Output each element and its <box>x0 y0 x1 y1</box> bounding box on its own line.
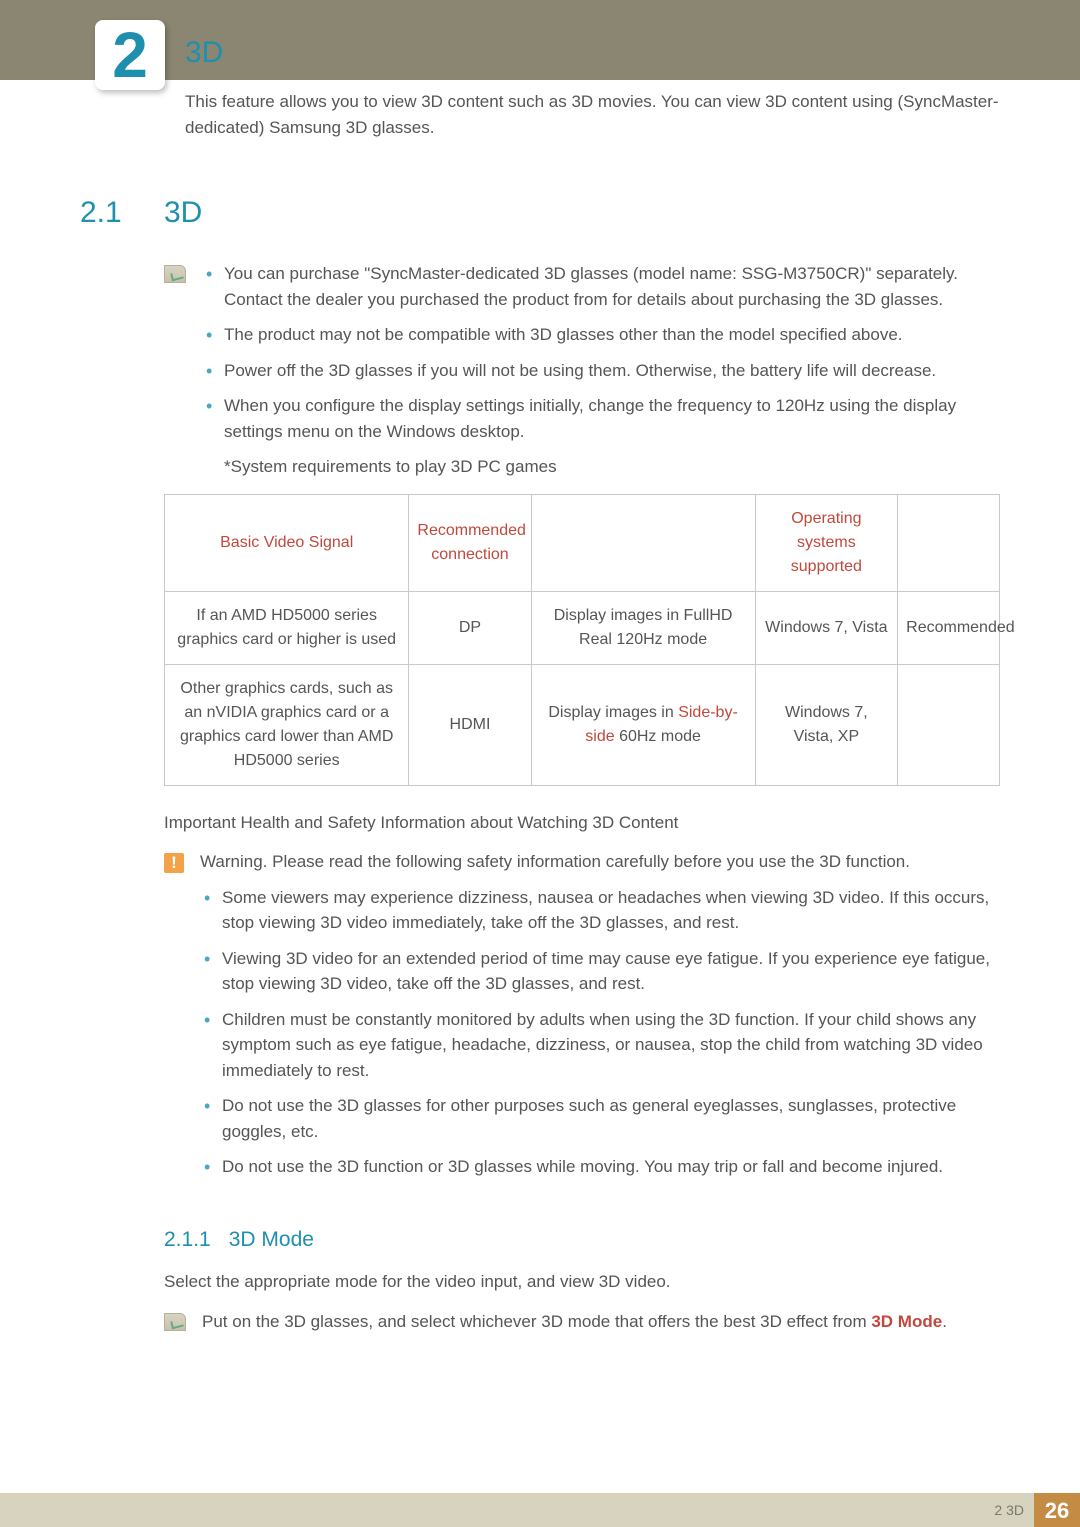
cell-disp: Display images in Side-by-side 60Hz mode <box>531 664 755 785</box>
list-item: Viewing 3D video for an extended period … <box>200 946 1000 997</box>
section-heading: 2.1 3D <box>80 190 1000 235</box>
cell-basic: If an AMD HD5000 series graphics card or… <box>165 591 409 664</box>
warning-block: ! Warning. Please read the following saf… <box>164 849 1000 1190</box>
page-number: 26 <box>1034 1493 1080 1527</box>
th-rec <box>898 494 1000 591</box>
th-basic: Basic Video Signal <box>165 494 409 591</box>
subsection-title: 3D Mode <box>229 1224 314 1256</box>
subsection-body: Select the appropriate mode for the vide… <box>164 1269 1000 1295</box>
subsection-number: 2.1.1 <box>164 1224 211 1256</box>
warning-body: Warning. Please read the following safet… <box>200 849 1000 1190</box>
chapter-number-chip: 2 <box>95 20 165 90</box>
table-header-row: Basic Video Signal Recommended connectio… <box>165 494 1000 591</box>
list-item: You can purchase "SyncMaster-dedicated 3… <box>202 261 1000 312</box>
section-title: 3D <box>164 190 202 235</box>
cell-rec: Recommended <box>898 591 1000 664</box>
page-content: 2.1 3D You can purchase "SyncMaster-dedi… <box>80 190 1000 1334</box>
warning-leadin: Warning. Please read the following safet… <box>200 849 1000 875</box>
footer-breadcrumb: 2 3D <box>994 1500 1024 1521</box>
cell-disp: Display images in FullHD Real 120Hz mode <box>531 591 755 664</box>
cell-conn: HDMI <box>409 664 531 785</box>
note-block-1: You can purchase "SyncMaster-dedicated 3… <box>164 261 1000 480</box>
cell-os: Windows 7, Vista, XP <box>755 664 898 785</box>
requirements-table: Basic Video Signal Recommended connectio… <box>164 494 1000 786</box>
list-item: Some viewers may experience dizziness, n… <box>200 885 1000 936</box>
chapter-header: 3D This feature allows you to view 3D co… <box>185 30 1000 140</box>
th-disp <box>531 494 755 591</box>
note-icon <box>164 1313 186 1331</box>
table-row: If an AMD HD5000 series graphics card or… <box>165 591 1000 664</box>
th-os: Operating systems supported <box>755 494 898 591</box>
th-conn: Recommended connection <box>409 494 531 591</box>
list-item: The product may not be compatible with 3… <box>202 322 1000 348</box>
subsection-heading: 2.1.1 3D Mode <box>164 1224 1000 1256</box>
note-body: You can purchase "SyncMaster-dedicated 3… <box>202 261 1000 480</box>
tip-line: Put on the 3D glasses, and select whiche… <box>164 1309 1000 1335</box>
safety-heading: Important Health and Safety Information … <box>164 810 1000 836</box>
list-item: Do not use the 3D glasses for other purp… <box>200 1093 1000 1144</box>
list-item: Power off the 3D glasses if you will not… <box>202 358 1000 384</box>
list-item: Children must be constantly monitored by… <box>200 1007 1000 1084</box>
note-icon <box>164 265 186 283</box>
chapter-number: 2 <box>112 23 148 87</box>
note-list: You can purchase "SyncMaster-dedicated 3… <box>202 261 1000 444</box>
cell-conn: DP <box>409 591 531 664</box>
footnote: *System requirements to play 3D PC games <box>224 454 1000 480</box>
cell-os: Windows 7, Vista <box>755 591 898 664</box>
chapter-intro: This feature allows you to view 3D conte… <box>185 89 1000 140</box>
table-row: Other graphics cards, such as an nVIDIA … <box>165 664 1000 785</box>
footer: 2 3D 26 <box>0 1493 1080 1527</box>
cell-basic: Other graphics cards, such as an nVIDIA … <box>165 664 409 785</box>
warning-icon: ! <box>164 853 184 873</box>
section-number: 2.1 <box>80 190 138 235</box>
tip-text: Put on the 3D glasses, and select whiche… <box>202 1309 1000 1335</box>
list-item: When you configure the display settings … <box>202 393 1000 444</box>
list-item: Do not use the 3D function or 3D glasses… <box>200 1154 1000 1180</box>
chapter-title: 3D <box>185 30 1000 75</box>
warning-list: Some viewers may experience dizziness, n… <box>200 885 1000 1180</box>
cell-rec <box>898 664 1000 785</box>
